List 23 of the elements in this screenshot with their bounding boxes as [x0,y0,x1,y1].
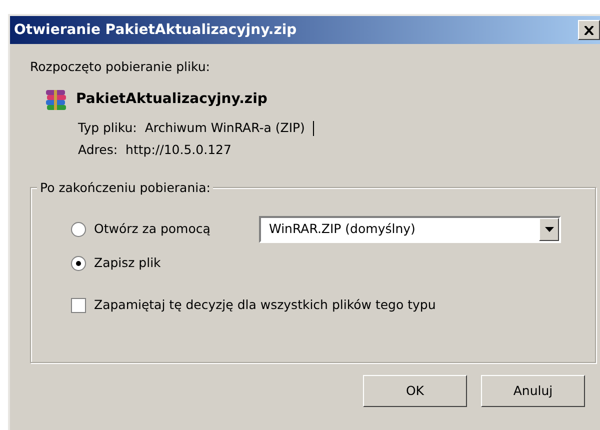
file-name: PakietAktualizacyjny.zip [76,90,268,110]
file-type-value: Archiwum WinRAR-a (ZIP) [144,118,305,137]
radio-button[interactable] [71,222,86,237]
dropdown-button[interactable] [539,218,559,241]
address-value: http://10.5.0.127 [126,140,232,159]
app-dropdown[interactable]: WinRAR.ZIP (domyślny) [259,216,561,243]
intro-text: Rozpoczęto pobieranie pliku: [30,59,210,74]
text-caret [312,120,314,136]
radio-label[interactable]: Otwórz za pomocą [94,220,210,239]
window-title: Otwieranie PakietAktualizacyjny.zip [14,20,297,40]
dialog-button[interactable]: Anuluj [481,375,585,408]
checkbox-label[interactable]: Zapamiętaj tę decyzję dla wszystkich plików tego typu [94,296,436,315]
group-legend: Po zakończeniu pobierania: [37,179,214,198]
field-label: Typ pliku: [78,118,137,137]
dialog-button[interactable]: OK [363,375,467,408]
caret-icon [544,226,554,232]
archive-icon [44,88,68,111]
radio-button[interactable] [71,256,86,271]
field-label: Adres: [78,140,118,158]
checkbox[interactable] [71,298,86,314]
close-icon [584,26,594,34]
close-button[interactable] [578,20,600,40]
radio-label[interactable]: Zapisz plik [94,254,161,273]
